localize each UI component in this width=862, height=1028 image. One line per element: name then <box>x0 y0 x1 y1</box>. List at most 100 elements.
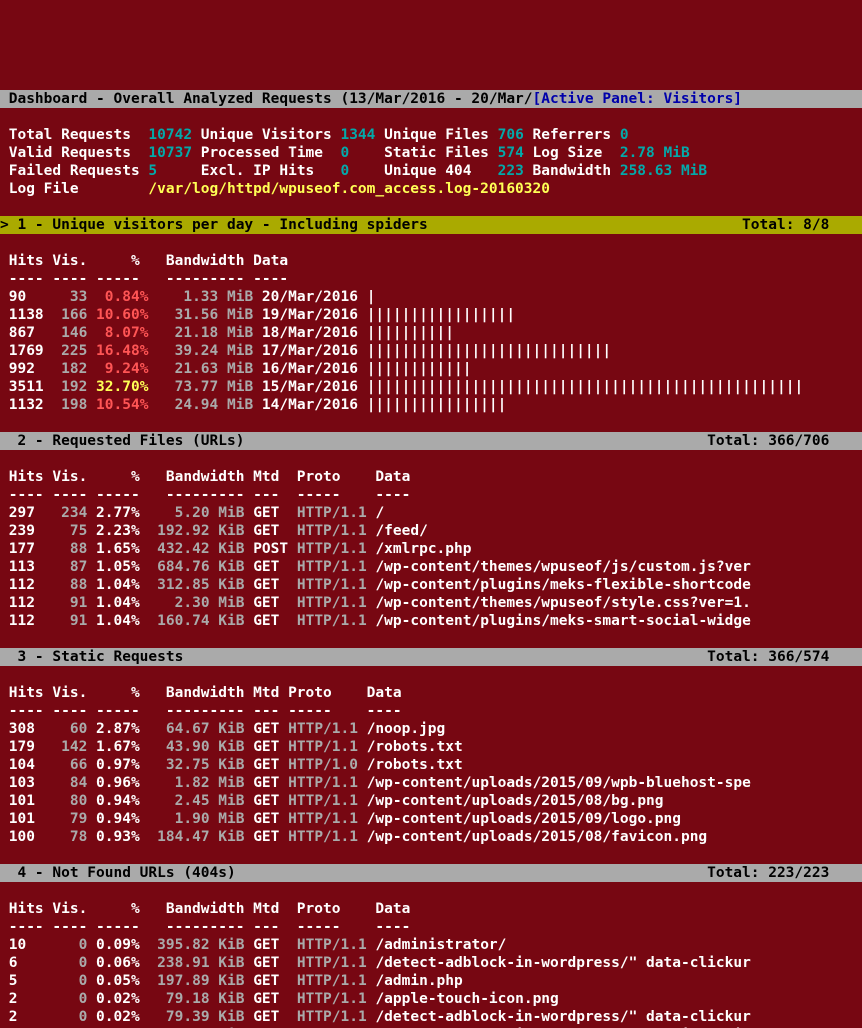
proto: HTTP/1.1 <box>297 955 376 971</box>
hits: 2 <box>0 991 52 1007</box>
panel-visitors-header[interactable]: > 1 - Unique visitors per day - Includin… <box>0 216 862 234</box>
bar: |||||||||||| <box>367 361 472 377</box>
proto: HTTP/1.1 <box>297 1027 376 1028</box>
panel2-row[interactable]: 177 88 1.65% 432.42 KiB POST HTTP/1.1 /x… <box>0 540 862 558</box>
panel1-columns: Hits Vis. % Bandwidth Data <box>0 253 288 269</box>
bw: 238.91 KiB <box>148 955 253 971</box>
panel2-row[interactable]: 112 88 1.04% 312.85 KiB GET HTTP/1.1 /wp… <box>0 576 862 594</box>
panel2-row[interactable]: 112 91 1.04% 2.30 MiB GET HTTP/1.1 /wp-c… <box>0 594 862 612</box>
vis: 33 <box>52 289 96 305</box>
panel2-row[interactable]: 113 87 1.05% 684.76 KiB GET HTTP/1.1 /wp… <box>0 558 862 576</box>
panel4-row[interactable]: 2 0 0.02% 79.18 KiB GET HTTP/1.1 /apple-… <box>0 990 862 1008</box>
date: 15/Mar/2016 <box>262 379 367 395</box>
panel-title: 2 - Requested Files (URLs) <box>0 433 244 449</box>
blank <box>0 234 862 252</box>
panel4-row[interactable]: 2 0 0.02% 79.39 KiB GET HTTP/1.1 /detect… <box>0 1008 862 1026</box>
proto: HTTP/1.1 <box>297 523 376 539</box>
hits: 177 <box>0 541 52 557</box>
pct: 1.65% <box>96 541 148 557</box>
panel-not-found-header[interactable]: 4 - Not Found URLs (404s) Total: 223/223 <box>0 864 862 882</box>
bar: | <box>367 289 376 305</box>
panel1-row[interactable]: 1138 166 10.60% 31.56 MiB 19/Mar/2016 ||… <box>0 306 862 324</box>
bw: 2.30 MiB <box>148 595 253 611</box>
label-unique-visitors: Unique Visitors <box>192 127 340 143</box>
panel-requested-files-header[interactable]: 2 - Requested Files (URLs) Total: 366/70… <box>0 432 862 450</box>
panel3-row[interactable]: 104 66 0.97% 32.75 KiB GET HTTP/1.0 /rob… <box>0 756 862 774</box>
pct: 0.09% <box>96 937 148 953</box>
panel1-row[interactable]: 3511 192 32.70% 73.77 MiB 15/Mar/2016 ||… <box>0 378 862 396</box>
panel3-row[interactable]: 101 79 0.94% 1.90 MiB GET HTTP/1.1 /wp-c… <box>0 810 862 828</box>
panel3-row[interactable]: 103 84 0.96% 1.82 MiB GET HTTP/1.1 /wp-c… <box>0 774 862 792</box>
pct: 0.02% <box>96 991 148 1007</box>
panel1-row[interactable]: 867 146 8.07% 21.18 MiB 18/Mar/2016 ||||… <box>0 324 862 342</box>
panel4-row[interactable]: 5 0 0.05% 197.89 KiB GET HTTP/1.1 /admin… <box>0 972 862 990</box>
proto: HTTP/1.1 <box>288 739 367 755</box>
panel2-row[interactable]: 112 91 1.04% 160.74 KiB GET HTTP/1.1 /wp… <box>0 612 862 630</box>
panel3-row[interactable]: 179 142 1.67% 43.90 KiB GET HTTP/1.1 /ro… <box>0 738 862 756</box>
data: /robots.txt <box>367 739 463 755</box>
proto: HTTP/1.1 <box>288 721 367 737</box>
panel3-columns: Hits Vis. % Bandwidth Mtd Proto Data <box>0 685 402 701</box>
title-left: Dashboard - Overall Analyzed Requests (1… <box>0 91 533 107</box>
hits: 867 <box>0 325 52 341</box>
bw: 432.42 KiB <box>148 541 253 557</box>
panel3-row[interactable]: 100 78 0.93% 184.47 KiB GET HTTP/1.1 /wp… <box>0 828 862 846</box>
vis: 198 <box>52 397 96 413</box>
panel4-columns: Hits Vis. % Bandwidth Mtd Proto Data <box>0 901 410 917</box>
vis: 78 <box>52 829 96 845</box>
blank <box>0 846 862 864</box>
pct: 0.06% <box>96 955 148 971</box>
panel2-dash-row: ---- ---- ----- --------- --- ----- ---- <box>0 486 862 504</box>
panel1-dash-row: ---- ---- ----- --------- ---- <box>0 270 862 288</box>
pct: 10.60% <box>96 307 157 323</box>
date: 20/Mar/2016 <box>262 289 367 305</box>
data: /noop.jpg <box>367 721 446 737</box>
vis: 142 <box>52 739 96 755</box>
vis: 87 <box>52 559 96 575</box>
bar: ||||||||||||||||||||||||||||||||||||||||… <box>367 379 804 395</box>
pct: 16.48% <box>96 343 157 359</box>
data: /wp-content/uploads/2015/09/wpb-bluehost… <box>367 775 751 791</box>
proto: HTTP/1.1 <box>297 505 376 521</box>
data: /detect-adblock-in-wordpress/wp-admin/ad… <box>375 1027 750 1028</box>
mtd: GET <box>253 559 297 575</box>
hits: 112 <box>0 577 52 593</box>
panel3-row[interactable]: 308 60 2.87% 64.67 KiB GET HTTP/1.1 /noo… <box>0 720 862 738</box>
blank <box>0 666 862 684</box>
panel4-row[interactable]: 10 0 0.09% 395.82 KiB GET HTTP/1.1 /admi… <box>0 936 862 954</box>
data: /admin.php <box>375 973 462 989</box>
panel1-row[interactable]: 1769 225 16.48% 39.24 MiB 17/Mar/2016 ||… <box>0 342 862 360</box>
panel1-dashes: ---- ---- ----- --------- ---- <box>0 271 288 287</box>
bw: 5.20 MiB <box>148 505 253 521</box>
panel1-row[interactable]: 90 33 0.84% 1.33 MiB 20/Mar/2016 | <box>0 288 862 306</box>
value-failed-requests: 5 <box>148 163 192 179</box>
bw: 73.77 MiB <box>157 379 262 395</box>
pct: 0.94% <box>96 811 148 827</box>
vis: 79 <box>52 811 96 827</box>
vis: 0 <box>52 937 96 953</box>
panel1-row[interactable]: 1132 198 10.54% 24.94 MiB 14/Mar/2016 ||… <box>0 396 862 414</box>
mtd: GET <box>253 595 297 611</box>
panel2-row[interactable]: 297 234 2.77% 5.20 MiB GET HTTP/1.1 / <box>0 504 862 522</box>
hits: 2 <box>0 1027 52 1028</box>
hits: 6 <box>0 955 52 971</box>
panel1-row[interactable]: 992 182 9.24% 21.63 MiB 16/Mar/2016 ||||… <box>0 360 862 378</box>
bw: 1.90 MiB <box>148 811 253 827</box>
label-valid-requests: Valid Requests <box>0 145 148 161</box>
pct: 0.05% <box>96 973 148 989</box>
pct: 0.97% <box>96 757 148 773</box>
overall-row-1: Total Requests 10742 Unique Visitors 134… <box>0 126 862 144</box>
panel-static-requests-header[interactable]: 3 - Static Requests Total: 366/574 <box>0 648 862 666</box>
panel3-row[interactable]: 101 80 0.94% 2.45 MiB GET HTTP/1.1 /wp-c… <box>0 792 862 810</box>
panel-title: 3 - Static Requests <box>0 649 183 665</box>
pct: 10.54% <box>96 397 157 413</box>
panel4-row[interactable]: 2 0 0.02% 79.34 KiB GET HTTP/1.1 /detect… <box>0 1026 862 1028</box>
mtd: GET <box>253 1027 297 1028</box>
hits: 90 <box>0 289 52 305</box>
panel4-row[interactable]: 6 0 0.06% 238.91 KiB GET HTTP/1.1 /detec… <box>0 954 862 972</box>
bw: 192.92 KiB <box>148 523 253 539</box>
data: /detect-adblock-in-wordpress/" data-clic… <box>375 955 750 971</box>
mtd: GET <box>253 505 297 521</box>
panel-title: 4 - Not Found URLs (404s) <box>0 865 236 881</box>
panel2-row[interactable]: 239 75 2.23% 192.92 KiB GET HTTP/1.1 /fe… <box>0 522 862 540</box>
